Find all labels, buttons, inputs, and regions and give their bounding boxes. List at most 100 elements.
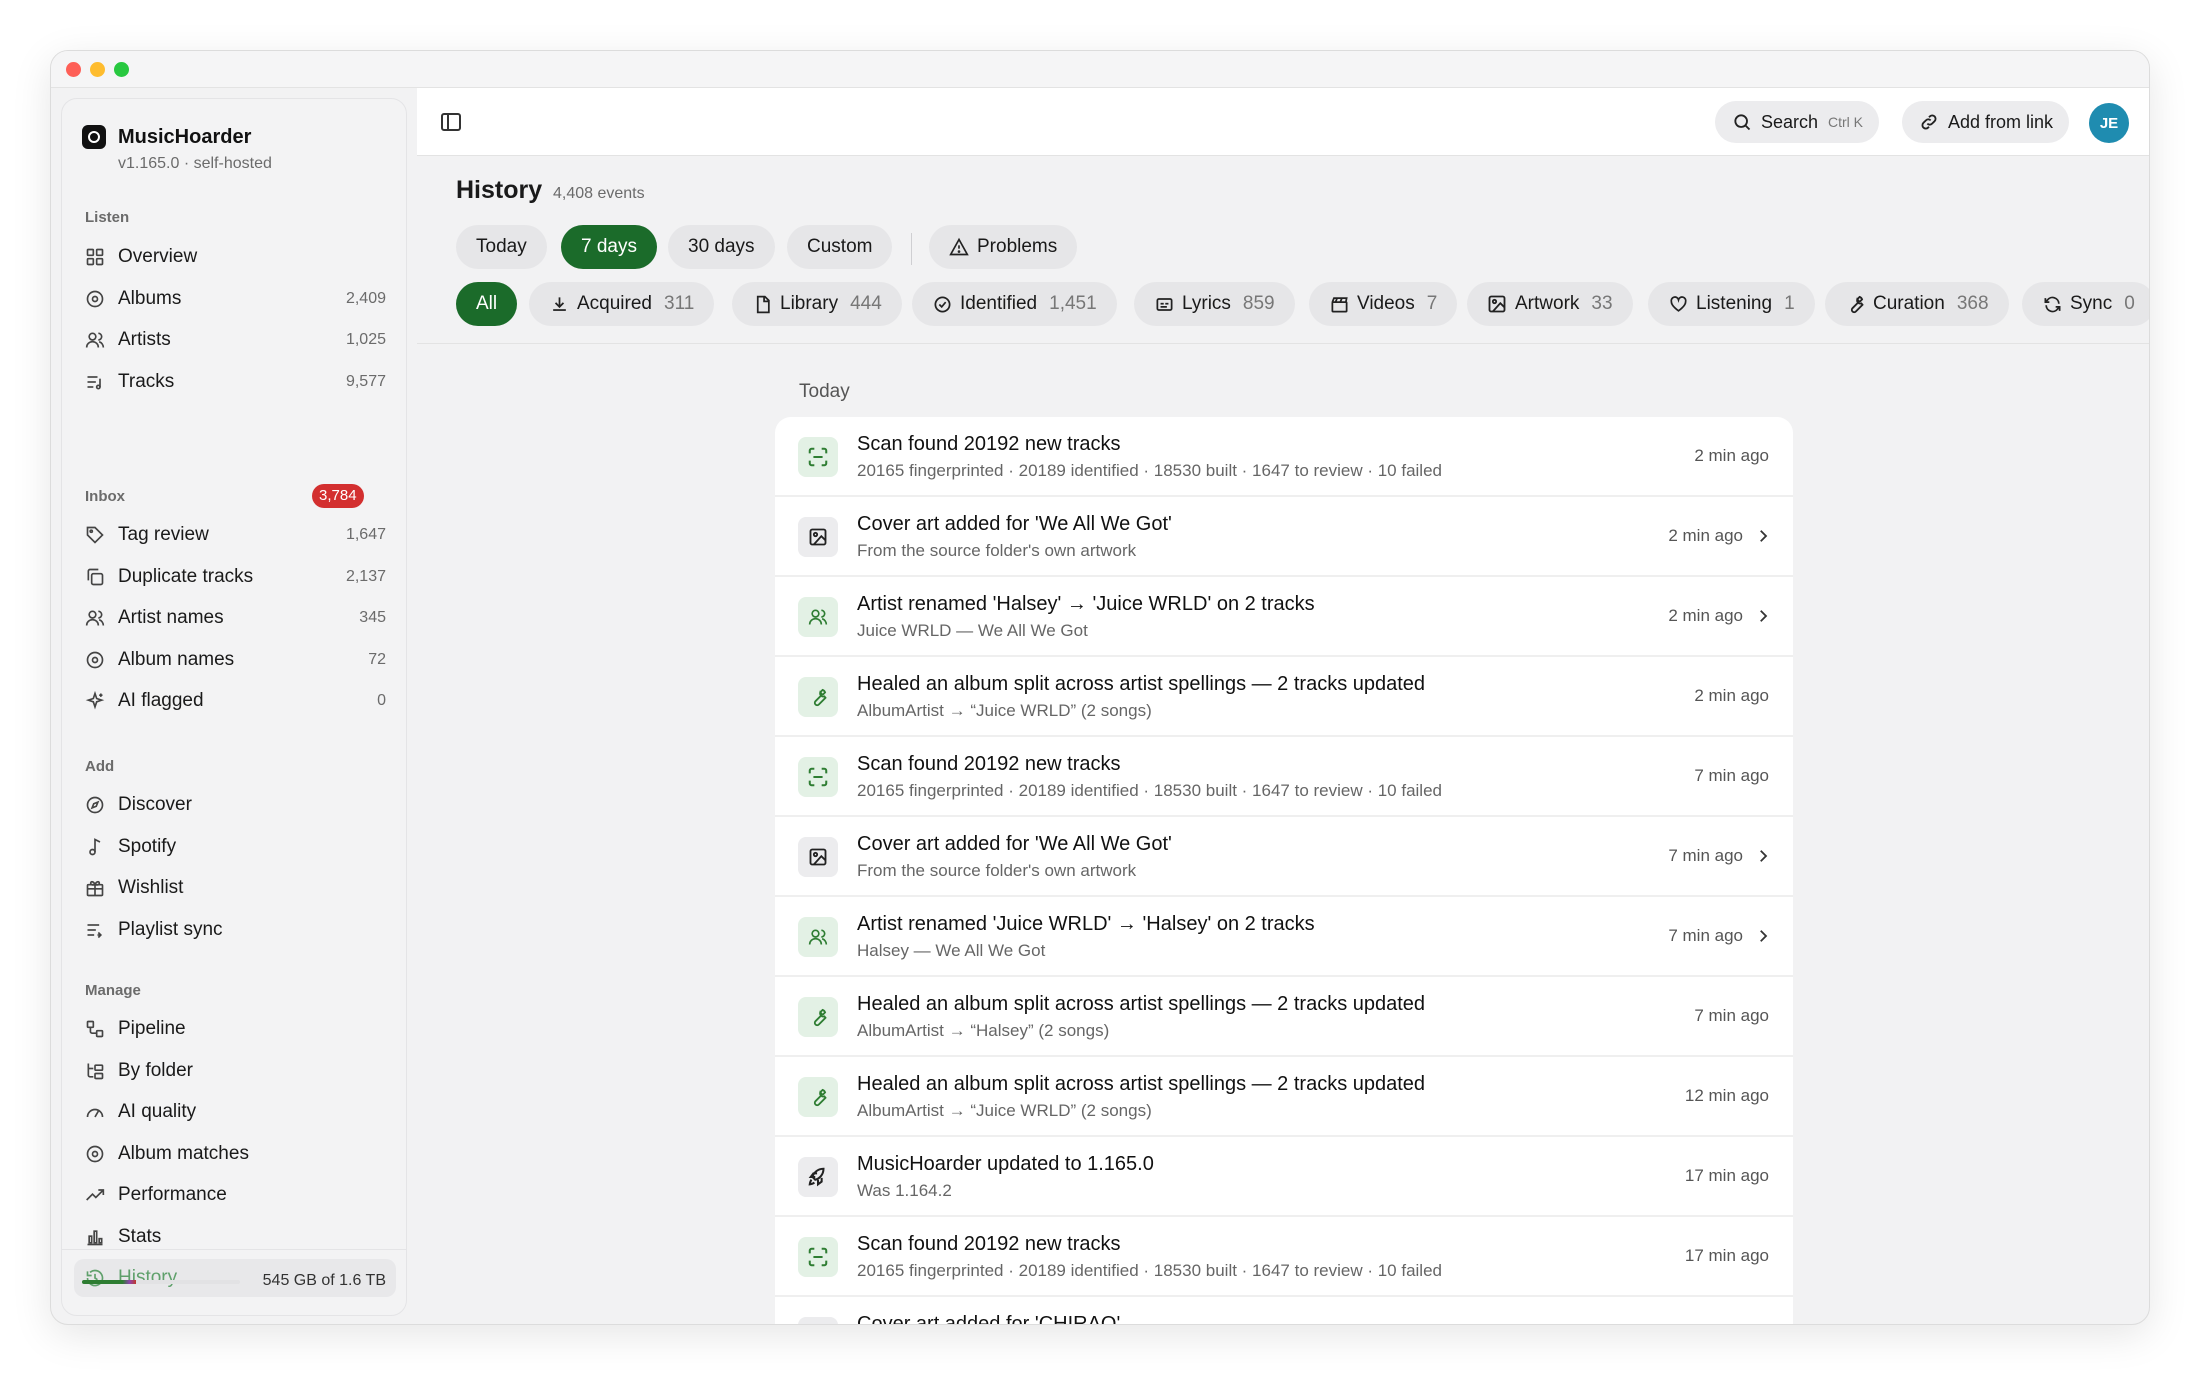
- close-window-button[interactable]: [66, 62, 81, 77]
- maximize-window-button[interactable]: [114, 62, 129, 77]
- search-button[interactable]: Search Ctrl K: [1714, 101, 1879, 143]
- event-time: 17 min ago: [1684, 1246, 1769, 1265]
- problems-filter-chip[interactable]: Problems: [929, 225, 1078, 269]
- event-detail: From the source folder's own artwork: [857, 861, 1137, 880]
- sidebar-item-label: Albums: [118, 287, 182, 309]
- sidebar-item-ai-flagged[interactable]: AI flagged 0: [74, 682, 396, 720]
- event-detail: Was 1.164.2: [857, 1181, 952, 1200]
- sidebar-item-album-matches[interactable]: Album matches: [74, 1135, 396, 1173]
- event-time: 12 min ago: [1684, 1086, 1769, 1105]
- history-event-row[interactable]: Artist renamed 'Juice WRLD' → 'Halsey' o…: [775, 897, 1793, 977]
- history-event-row: Scan found 20192 new tracks 20165 fingerp…: [775, 417, 1793, 497]
- sidebar-item-artist-names[interactable]: Artist names 345: [74, 599, 396, 637]
- category-filter-all[interactable]: All: [456, 282, 518, 326]
- sidebar-item-albums[interactable]: Albums 2,409: [74, 280, 396, 318]
- history-event-row[interactable]: Artist renamed 'Halsey' → 'Juice WRLD' o…: [775, 577, 1793, 657]
- sidebar-item-label: Album names: [118, 648, 235, 670]
- category-filter-identified[interactable]: Identified 1,451: [912, 282, 1117, 326]
- category-filter-artwork[interactable]: Artwork 33: [1467, 282, 1633, 326]
- event-detail: From the source folder's own artwork: [857, 541, 1137, 560]
- grid-icon: [84, 246, 106, 268]
- category-filter-library[interactable]: Library 444: [732, 282, 902, 326]
- sidebar-item-duplicate-tracks[interactable]: Duplicate tracks 2,137: [74, 558, 396, 596]
- minimize-window-button[interactable]: [90, 62, 105, 77]
- sidebar-item-artists[interactable]: Artists 1,025: [74, 321, 396, 359]
- history-event-row[interactable]: Cover art added for 'We All We Got' From …: [775, 817, 1793, 897]
- category-filter-label: All: [476, 293, 498, 314]
- sidebar-item-spotify[interactable]: Spotify: [74, 828, 396, 866]
- wrench-icon: [1845, 294, 1865, 314]
- sidebar-item-by-folder[interactable]: By folder: [74, 1052, 396, 1090]
- chevron-right-icon[interactable]: [1753, 925, 1773, 947]
- chevron-right-icon[interactable]: [1753, 605, 1773, 627]
- event-time: 7 min ago: [1694, 766, 1769, 785]
- sidebar-item-tag-review[interactable]: Tag review 1,647: [74, 516, 396, 554]
- history-event-row: Healed an album split across artist spel…: [775, 977, 1793, 1057]
- section-label-inbox: Inbox: [85, 488, 125, 505]
- chevron-right-icon[interactable]: [1753, 525, 1773, 547]
- category-filter-sync[interactable]: Sync 0: [2022, 282, 2149, 326]
- category-filter-label: Acquired: [577, 293, 652, 314]
- link-icon: [1918, 111, 1940, 133]
- sidebar-item-count: 1,025: [345, 331, 386, 348]
- sidebar-item-count: 0: [377, 692, 386, 709]
- image-icon: [798, 517, 838, 557]
- history-event-row: Cover art added for 'CHIRAQ': [775, 1297, 1793, 1325]
- add-from-link-button[interactable]: Add from link: [1901, 101, 2069, 143]
- app-name: MusicHoarder: [118, 125, 252, 148]
- category-filter-acquired[interactable]: Acquired 311: [529, 282, 715, 326]
- sidebar-toggle-icon[interactable]: [439, 110, 463, 134]
- sidebar-item-label: Discover: [118, 794, 192, 815]
- sidebar-item-count: 2,409: [345, 289, 386, 307]
- event-time: 2 min ago: [1668, 606, 1743, 625]
- sidebar-item-tracks[interactable]: Tracks 9,577: [74, 363, 396, 401]
- range-filter-30-days[interactable]: 30 days: [668, 225, 775, 269]
- category-filter-count: 1,451: [1049, 293, 1097, 314]
- sidebar-item-label: Playlist sync: [118, 918, 223, 940]
- sidebar-item-ai-quality[interactable]: AI quality: [74, 1093, 396, 1131]
- event-detail: AlbumArtist → “Juice WRLD” (2 songs): [857, 701, 1152, 720]
- range-filter-label: 7 days: [581, 236, 637, 257]
- event-detail: AlbumArtist → “Halsey” (2 songs): [857, 1021, 1110, 1040]
- category-filter-videos[interactable]: Videos 7: [1309, 282, 1458, 326]
- category-filter-label: Videos: [1357, 293, 1415, 314]
- event-detail: 20165 fingerprinted · 20189 identified ·…: [857, 781, 1442, 800]
- users-icon: [84, 607, 106, 629]
- category-filter-listening[interactable]: Listening 1: [1648, 282, 1815, 326]
- category-filter-count: 311: [664, 293, 695, 314]
- range-filter-today[interactable]: Today: [456, 225, 547, 269]
- event-detail: Juice WRLD — We All We Got: [857, 621, 1088, 640]
- sidebar-item-label: Pipeline: [118, 1018, 186, 1039]
- history-event-row[interactable]: Cover art added for 'We All We Got' From …: [775, 497, 1793, 577]
- event-detail: 20165 fingerprinted · 20189 identified ·…: [857, 461, 1442, 480]
- chevron-right-icon[interactable]: [1753, 845, 1773, 867]
- user-avatar[interactable]: JE: [2089, 103, 2129, 143]
- event-title: Healed an album split across artist spel…: [857, 1073, 1426, 1095]
- sidebar-item-playlist-sync[interactable]: Playlist sync: [74, 911, 396, 949]
- sidebar-item-label: Wishlist: [118, 877, 184, 898]
- sidebar-item-count: 72: [368, 650, 386, 668]
- category-filter-lyrics[interactable]: Lyrics 859: [1134, 282, 1295, 326]
- section-label-manage: Manage: [85, 982, 141, 999]
- sidebar-item-performance[interactable]: Performance: [74, 1176, 396, 1214]
- add-from-link-label: Add from link: [1947, 111, 2053, 132]
- brand[interactable]: MusicHoarder: [82, 125, 251, 149]
- sidebar-item-pipeline[interactable]: Pipeline: [74, 1010, 396, 1048]
- sidebar-item-album-names[interactable]: Album names 72: [74, 641, 396, 679]
- category-filter-label: Lyrics: [1182, 293, 1231, 314]
- sidebar-item-wishlist[interactable]: Wishlist: [74, 869, 396, 907]
- wrench-icon: [798, 677, 838, 717]
- bar-chart-icon: [84, 1226, 106, 1248]
- range-filter-7-days[interactable]: 7 days: [561, 225, 657, 269]
- sidebar-item-overview[interactable]: Overview: [74, 238, 396, 276]
- sidebar-item-label: By folder: [118, 1059, 193, 1081]
- sidebar-item-discover[interactable]: Discover: [74, 786, 396, 824]
- event-time: 2 min ago: [1668, 526, 1743, 545]
- copy-icon: [84, 566, 106, 588]
- category-filter-curation[interactable]: Curation 368: [1825, 282, 2009, 326]
- sidebar-item-label: AI quality: [118, 1101, 197, 1122]
- range-filter-custom[interactable]: Custom: [787, 225, 893, 269]
- event-title: Cover art added for 'CHIRAQ': [857, 1313, 1121, 1325]
- range-filter-label: 30 days: [688, 236, 755, 257]
- event-title: Scan found 20192 new tracks: [857, 753, 1121, 775]
